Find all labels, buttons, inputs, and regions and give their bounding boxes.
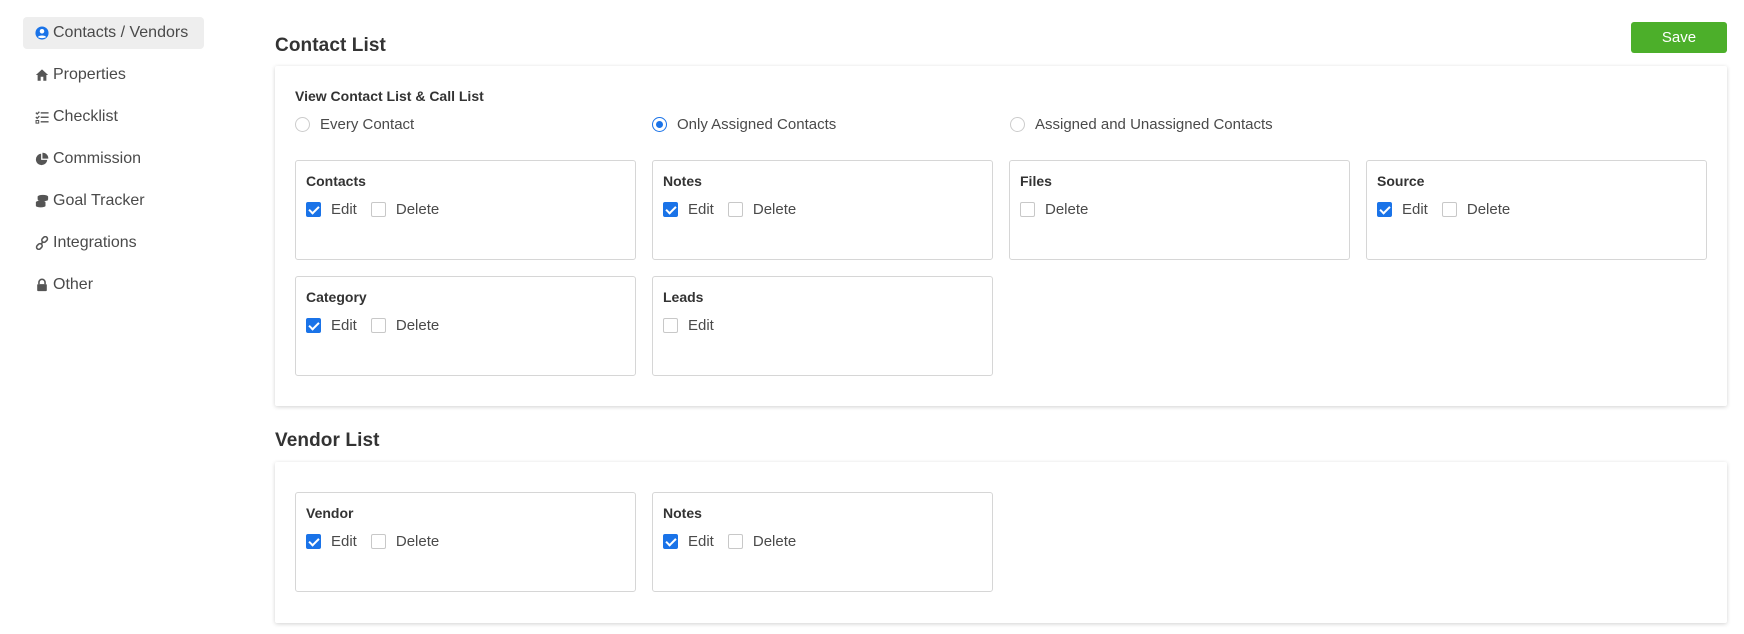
sidebar-item-label: Checklist bbox=[53, 108, 118, 125]
option-label: Delete bbox=[1045, 201, 1089, 218]
edit-option[interactable]: Edit bbox=[306, 533, 357, 550]
sidebar-item-label: Other bbox=[53, 276, 94, 293]
edit-checkbox[interactable] bbox=[663, 202, 678, 217]
radio-button[interactable] bbox=[1010, 117, 1025, 132]
option-label: Delete bbox=[395, 317, 440, 334]
radio-label: Assigned and Unassigned Contacts bbox=[1035, 116, 1273, 133]
delete-option[interactable]: Delete bbox=[727, 201, 797, 218]
sidebar-item-label: Contacts / Vendors bbox=[53, 24, 189, 41]
permission-title: Category bbox=[306, 289, 367, 305]
save-button[interactable]: Save bbox=[1631, 22, 1727, 53]
sidebar-item-label: Commission bbox=[53, 150, 142, 167]
option-label: Delete bbox=[752, 533, 797, 550]
delete-checkbox[interactable] bbox=[370, 534, 386, 549]
permission-title: Leads bbox=[663, 289, 704, 305]
edit-option[interactable]: Edit bbox=[663, 317, 714, 334]
sidebar-item-label: Integrations bbox=[53, 234, 137, 251]
user-circle-icon bbox=[34, 25, 50, 41]
view-contact-list-label: View Contact List & Call List bbox=[295, 88, 484, 104]
option-label: Delete bbox=[1466, 201, 1511, 218]
sidebar-item-integrations[interactable]: Integrations bbox=[23, 227, 204, 259]
edit-option[interactable]: Edit bbox=[306, 317, 357, 334]
permission-box-vendor: Vendor Edit Delete bbox=[295, 492, 636, 592]
edit-checkbox[interactable] bbox=[1377, 202, 1392, 217]
contact-list-panel: View Contact List & Call List Every Cont… bbox=[275, 66, 1727, 406]
radio-button[interactable] bbox=[652, 117, 667, 132]
radio-every-contact[interactable]: Every Contact bbox=[295, 116, 414, 133]
pie-chart-icon bbox=[34, 151, 50, 167]
option-label: Edit bbox=[688, 317, 714, 334]
contact-list-title: Contact List bbox=[275, 35, 386, 56]
edit-option[interactable]: Edit bbox=[1377, 201, 1428, 218]
delete-option[interactable]: Delete bbox=[1441, 201, 1511, 218]
edit-checkbox[interactable] bbox=[306, 318, 321, 333]
option-label: Edit bbox=[331, 317, 357, 334]
radio-label: Only Assigned Contacts bbox=[677, 116, 837, 133]
permission-title: Files bbox=[1020, 173, 1052, 189]
delete-checkbox[interactable] bbox=[1441, 202, 1457, 217]
option-label: Delete bbox=[395, 201, 440, 218]
edit-option[interactable]: Edit bbox=[663, 201, 714, 218]
permission-title: Notes bbox=[663, 173, 702, 189]
sidebar-item-properties[interactable]: Properties bbox=[23, 59, 204, 91]
delete-checkbox[interactable] bbox=[1020, 202, 1035, 217]
coins-stack-icon bbox=[34, 193, 50, 209]
delete-option[interactable]: Delete bbox=[370, 201, 440, 218]
home-icon bbox=[34, 67, 50, 83]
sidebar-item-goal-tracker[interactable]: Goal Tracker bbox=[23, 185, 204, 217]
checklist-icon bbox=[34, 109, 50, 125]
delete-option[interactable]: Delete bbox=[727, 533, 797, 550]
sidebar-item-checklist[interactable]: Checklist bbox=[23, 101, 204, 133]
permission-title: Source bbox=[1377, 173, 1425, 189]
delete-option[interactable]: Delete bbox=[1020, 201, 1088, 218]
vendor-list-title: Vendor List bbox=[275, 430, 380, 451]
sidebar-item-label: Properties bbox=[53, 66, 126, 83]
permission-box-vendor-notes: Notes Edit Delete bbox=[652, 492, 993, 592]
edit-checkbox[interactable] bbox=[663, 318, 678, 333]
sidebar: Contacts / Vendors Properties Checklist … bbox=[0, 0, 230, 634]
delete-option[interactable]: Delete bbox=[370, 533, 440, 550]
option-label: Edit bbox=[331, 201, 357, 218]
permission-box-category: Category Edit Delete bbox=[295, 276, 636, 376]
vendor-list-panel: Vendor Edit Delete Notes Edit Delete bbox=[275, 462, 1727, 623]
radio-label: Every Contact bbox=[320, 116, 415, 133]
option-label: Edit bbox=[688, 201, 714, 218]
option-label: Edit bbox=[1402, 201, 1428, 218]
delete-checkbox[interactable] bbox=[370, 318, 386, 333]
edit-checkbox[interactable] bbox=[306, 202, 321, 217]
app: Contacts / Vendors Properties Checklist … bbox=[0, 0, 1744, 634]
option-label: Edit bbox=[331, 533, 357, 550]
permission-box-notes: Notes Edit Delete bbox=[652, 160, 993, 260]
option-label: Delete bbox=[395, 533, 440, 550]
permission-title: Notes bbox=[663, 505, 702, 521]
delete-option[interactable]: Delete bbox=[370, 317, 440, 334]
link-icon bbox=[34, 235, 50, 251]
sidebar-item-contacts-vendors[interactable]: Contacts / Vendors bbox=[23, 17, 204, 49]
radio-button[interactable] bbox=[295, 117, 310, 132]
edit-option[interactable]: Edit bbox=[663, 533, 714, 550]
lock-icon bbox=[34, 277, 50, 293]
edit-checkbox[interactable] bbox=[663, 534, 678, 549]
radio-assigned-and-unassigned[interactable]: Assigned and Unassigned Contacts bbox=[1010, 116, 1273, 133]
permission-box-leads: Leads Edit bbox=[652, 276, 993, 376]
edit-checkbox[interactable] bbox=[306, 534, 321, 549]
permission-box-source: Source Edit Delete bbox=[1366, 160, 1707, 260]
sidebar-item-other[interactable]: Other bbox=[23, 269, 204, 301]
delete-checkbox[interactable] bbox=[727, 202, 743, 217]
sidebar-item-commission[interactable]: Commission bbox=[23, 143, 204, 175]
edit-option[interactable]: Edit bbox=[306, 201, 357, 218]
permission-box-contacts: Contacts Edit Delete bbox=[295, 160, 636, 260]
delete-checkbox[interactable] bbox=[370, 202, 386, 217]
permission-title: Vendor bbox=[306, 505, 354, 521]
permission-box-files: Files Delete bbox=[1009, 160, 1350, 260]
option-label: Edit bbox=[688, 533, 714, 550]
option-label: Delete bbox=[752, 201, 797, 218]
permission-title: Contacts bbox=[306, 173, 366, 189]
sidebar-item-label: Goal Tracker bbox=[53, 192, 145, 209]
radio-only-assigned-contacts[interactable]: Only Assigned Contacts bbox=[652, 116, 836, 133]
delete-checkbox[interactable] bbox=[727, 534, 743, 549]
